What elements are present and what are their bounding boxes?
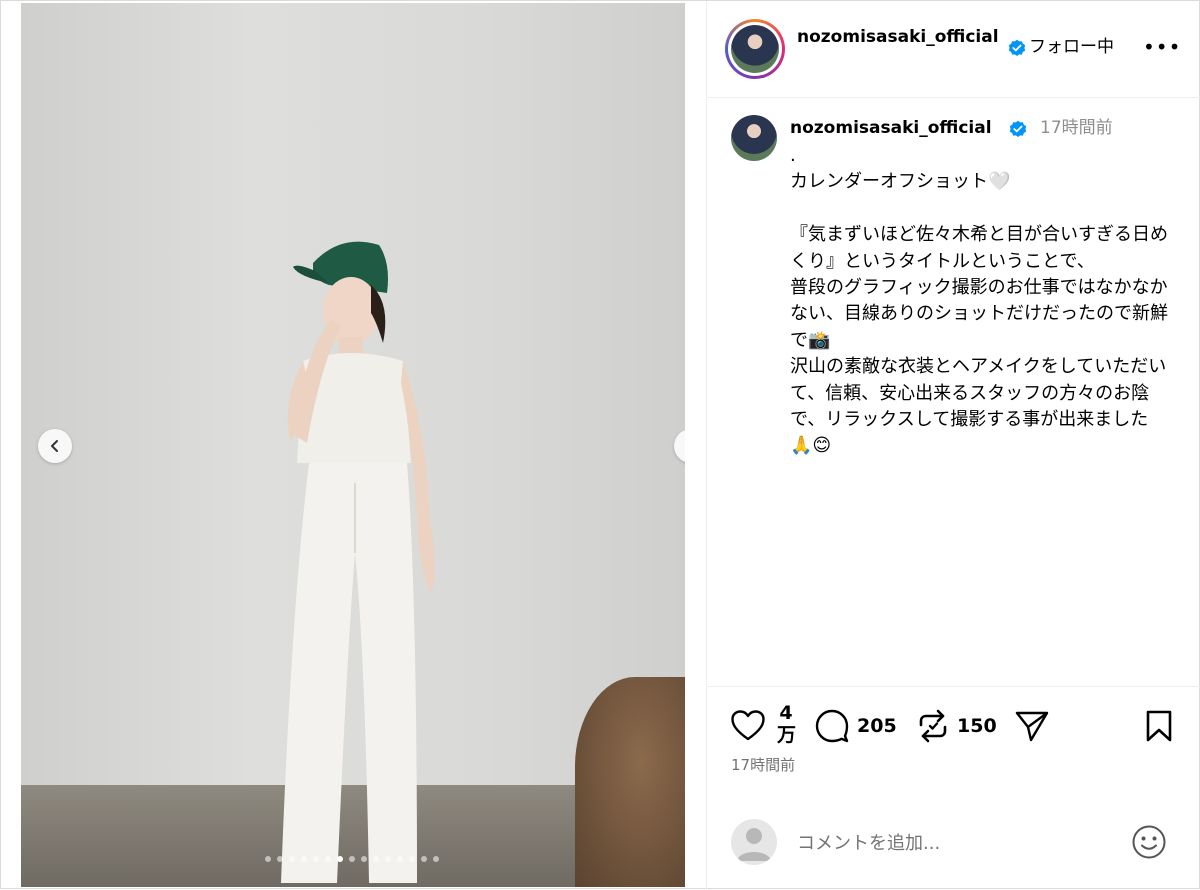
verified-badge-icon: [1009, 120, 1027, 138]
more-options-button[interactable]: •••: [1143, 35, 1181, 60]
comment-composer: [707, 809, 1200, 890]
carousel-dot: [313, 856, 319, 862]
verified-badge-icon: [1008, 39, 1026, 57]
post-side-panel: nozomisasaki_official フォロー中 ••• nozomisa…: [706, 1, 1200, 890]
caption-username[interactable]: nozomisasaki_official: [790, 116, 992, 141]
chevron-left-icon: [51, 440, 58, 452]
photo-person: [281, 241, 435, 883]
carousel-dot: [373, 856, 379, 862]
post-media[interactable]: [21, 3, 685, 887]
post-dialog: nozomisasaki_official フォロー中 ••• nozomisa…: [0, 0, 1200, 890]
repost-count: 150: [957, 715, 997, 737]
avatar: [731, 25, 779, 73]
carousel-dots: [265, 856, 439, 862]
bookmark-icon: [1146, 710, 1172, 742]
comment-button[interactable]: 205: [815, 709, 897, 743]
heart-icon: [731, 710, 765, 741]
carousel-dot: [349, 856, 355, 862]
carousel-dot: [409, 856, 415, 862]
carousel-prev-button[interactable]: [38, 429, 72, 463]
carousel-dot: [421, 856, 427, 862]
like-button[interactable]: [731, 710, 765, 742]
emoji-button[interactable]: [1131, 824, 1167, 860]
carousel-dot: [277, 856, 283, 862]
post-timestamp[interactable]: 17時間前: [731, 754, 795, 775]
comment-bubble-icon: [815, 709, 849, 743]
carousel-dot: [385, 856, 391, 862]
repost-button[interactable]: 150: [917, 709, 997, 743]
carousel-dot: [397, 856, 403, 862]
follow-status-button[interactable]: フォロー中: [1029, 35, 1114, 60]
caption-timestamp[interactable]: 17時間前: [1040, 116, 1113, 141]
avatar: [731, 819, 777, 865]
carousel-dot: [265, 856, 271, 862]
carousel-dot: [433, 856, 439, 862]
chevron-right-icon: [684, 439, 685, 453]
save-button[interactable]: [1145, 710, 1173, 742]
carousel-dot: [289, 856, 295, 862]
story-avatar[interactable]: [725, 19, 785, 79]
repost-icon: [919, 709, 947, 743]
caption-area: nozomisasaki_official 17時間前 . カレンダーオフショッ…: [707, 99, 1200, 687]
post-header: nozomisasaki_official フォロー中 •••: [707, 1, 1200, 98]
header-username[interactable]: nozomisasaki_official: [797, 25, 1007, 50]
comment-input[interactable]: [797, 829, 1117, 857]
share-paper-plane-icon: [1015, 711, 1049, 742]
emoji-smile-icon: [1132, 825, 1166, 859]
caption-text: . カレンダーオフショット🤍 『気まずいほど佐々木希と目が合いすぎる日めくり』と…: [790, 145, 1168, 457]
share-button[interactable]: [1015, 710, 1049, 742]
carousel-dot: [361, 856, 367, 862]
like-count[interactable]: 4 万: [777, 702, 796, 746]
avatar[interactable]: [731, 115, 777, 161]
action-bar: 4 万 205 150 17時間前: [707, 688, 1200, 808]
carousel-dot: [301, 856, 307, 862]
photo-pouf: [575, 677, 685, 887]
carousel-dot: [325, 856, 331, 862]
comment-count: 205: [857, 715, 897, 737]
carousel-dot: [337, 856, 343, 862]
